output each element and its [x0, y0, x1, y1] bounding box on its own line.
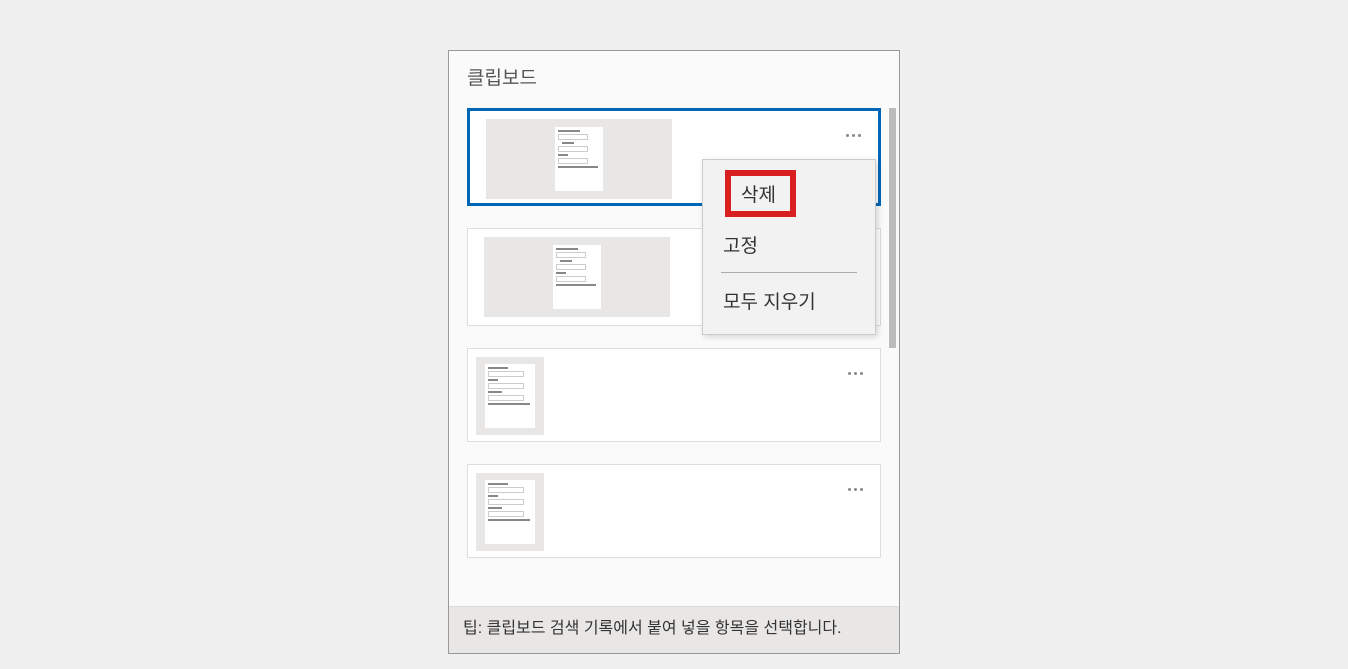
- more-icon: [848, 372, 863, 375]
- menu-item-pin[interactable]: 고정: [715, 221, 863, 268]
- item-thumbnail: [476, 473, 544, 551]
- item-more-button[interactable]: [838, 125, 868, 145]
- item-thumbnail: [476, 357, 544, 435]
- more-icon: [848, 488, 863, 491]
- item-more-button[interactable]: [840, 363, 870, 383]
- item-thumbnail: [486, 119, 672, 199]
- item-more-button[interactable]: [840, 479, 870, 499]
- menu-item-delete-label: 삭제: [725, 170, 796, 217]
- clipboard-item[interactable]: [467, 348, 881, 442]
- context-menu: 삭제 고정 모두 지우기: [702, 159, 876, 335]
- clipboard-item[interactable]: [467, 464, 881, 558]
- tip-footer: 팁: 클립보드 검색 기록에서 붙여 넣을 항목을 선택합니다.: [449, 606, 899, 653]
- clipboard-panel: 클립보드: [448, 50, 900, 654]
- scrollbar[interactable]: [889, 108, 896, 348]
- menu-item-delete[interactable]: 삭제: [715, 166, 863, 221]
- menu-divider: [721, 272, 857, 273]
- panel-title: 클립보드: [449, 51, 899, 98]
- item-thumbnail: [484, 237, 670, 317]
- more-icon: [846, 134, 861, 137]
- menu-item-clear-all[interactable]: 모두 지우기: [715, 277, 863, 324]
